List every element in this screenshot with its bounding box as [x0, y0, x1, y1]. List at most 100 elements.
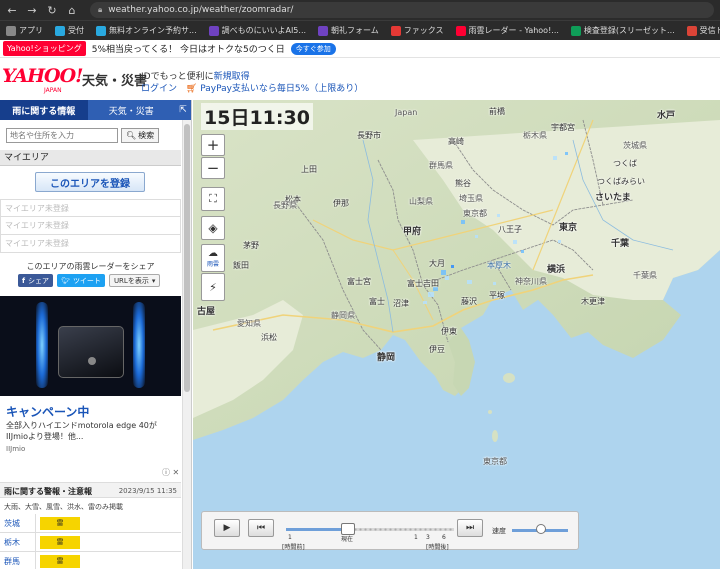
yahoo-logo[interactable]: YAHOO! JAPAN [2, 66, 83, 94]
login-link[interactable]: ログイン [141, 84, 177, 94]
lightning-icon[interactable]: ⚡︎ [201, 273, 225, 301]
bookmark-icon [570, 25, 581, 36]
twitter-share-button[interactable]: 🐦︎ ツイート [57, 274, 105, 287]
table-row: 群馬 雷 [0, 552, 181, 569]
map-place-label: 東京 [559, 223, 578, 233]
timeline-label-6: 6 [442, 534, 446, 541]
bookmark-icon [390, 25, 401, 36]
myarea-slot[interactable]: マイエリア未登録 [0, 199, 181, 217]
map-place-label: 高崎 [448, 137, 464, 146]
bookmark-label: 雨雲レーダー - Yahoo!... [468, 26, 559, 35]
search-input[interactable] [6, 128, 118, 143]
forward-icon[interactable]: → [24, 2, 40, 18]
map-place-label: 本厚木 [487, 261, 511, 270]
map-place-label: 伊那 [333, 199, 349, 208]
warnings-note: 大雨、大雪、風雪、洪水、雷のみ掲載 [4, 503, 123, 511]
bookmark-item[interactable]: 検査登録(スリーゼット... [570, 25, 675, 36]
map-place-label: 栃木県 [523, 131, 547, 140]
bookmark-item[interactable]: 無料オンライン予約サ... [96, 25, 197, 36]
map-place-label: 千葉 [611, 239, 630, 249]
tab-rain-info[interactable]: 雨に関する情報 [0, 100, 88, 120]
myarea-list: マイエリア未登録 マイエリア未登録 マイエリア未登録 [0, 199, 181, 253]
map-place-label: 前橋 [489, 107, 505, 116]
bookmark-icon [318, 25, 329, 36]
bookmark-item[interactable]: 調べものにいいよAI5... [208, 25, 306, 36]
rain-cloud-button[interactable]: ☁ 雨雲 [201, 244, 225, 272]
zoom-in-button[interactable]: + [201, 134, 225, 156]
map-place-label: 飯田 [233, 261, 249, 270]
promo-banner: Yahoo!ショッピング 5%相当戻ってくる！ 今日はオトクな5のつく日 今すぐ… [0, 40, 720, 58]
facebook-share-button[interactable]: f シェア [18, 274, 54, 287]
street-view-icon[interactable]: ⛶ [201, 187, 225, 211]
ad-title[interactable]: キャンペーン中 [6, 403, 89, 420]
register-area-button[interactable]: このエリアを登録 [35, 172, 145, 192]
prefecture-link[interactable]: 群馬 [0, 552, 36, 569]
reload-icon[interactable]: ↻ [44, 2, 60, 18]
layers-icon[interactable]: ◈ [201, 216, 225, 240]
map-place-label: 甲府 [403, 227, 422, 237]
warnings-date: 2023/9/15 11:35 [118, 487, 177, 495]
map-place-label: 富士 [369, 297, 385, 306]
myarea-slot[interactable]: マイエリア未登録 [0, 235, 181, 253]
myarea-slot[interactable]: マイエリア未登録 [0, 217, 181, 235]
rain-cloud-label: 雨雲 [206, 261, 219, 268]
back-icon[interactable]: ← [4, 2, 20, 18]
ad-image[interactable] [0, 296, 181, 396]
sidebar-scrollbar[interactable] [182, 120, 191, 569]
timeline-slider[interactable] [286, 523, 454, 535]
timeline-unit-past: [時間前] [282, 544, 305, 551]
shopping-tag[interactable]: Yahoo!ショッピング [3, 41, 86, 56]
show-url-button[interactable]: URLを表示 ▾ [108, 274, 161, 287]
map-place-label: 伊豆 [429, 345, 445, 354]
ad-description[interactable]: 全部入りハイエンドmotorola edge 40がIIJmioより登場！他..… [6, 420, 178, 442]
home-icon[interactable]: ⌂ [64, 2, 80, 18]
skip-forward-button[interactable]: ⏭ [457, 519, 483, 537]
timeline-label-1: 1 [288, 534, 292, 541]
tab-weather[interactable]: 天気・災害 [87, 100, 175, 120]
bookmark-label: 受付 [68, 26, 84, 35]
zoom-out-button[interactable]: − [201, 157, 225, 179]
bookmark-label: 朝礼フォーム [331, 26, 379, 35]
map-place-label: 東京都 [483, 457, 507, 466]
promo-text[interactable]: 5%相当戻ってくる！ 今日はオトクな5のつく日 [92, 42, 285, 55]
prefecture-link[interactable]: 栃木 [0, 533, 36, 551]
bookmark-label: 検査登録(スリーゼット... [583, 26, 675, 35]
ad-info-icon[interactable]: ⓘ ✕ [162, 467, 179, 478]
search-icon: 🔍︎ [126, 131, 137, 140]
paypay-link[interactable]: PayPay支払いなら毎日5%（上限あり） [200, 84, 363, 94]
promo-join-button[interactable]: 今すぐ参加 [290, 42, 336, 55]
ad-sponsor: IIJmio [6, 445, 26, 453]
search-button[interactable]: 🔍︎ 検索 [121, 128, 160, 143]
twitter-share-label: ツイート [72, 276, 101, 285]
ad-light-right [133, 302, 145, 388]
map-place-label: 大月 [429, 259, 445, 268]
map-place-label: 神奈川県 [515, 277, 547, 286]
bookmark-item[interactable]: ファックス [390, 25, 444, 36]
map-place-label: 富士吉田 [407, 279, 439, 288]
paypay-icon: 🛒︎ [185, 84, 198, 94]
play-button[interactable]: ▶ [214, 519, 240, 537]
map-place-label: 群馬県 [429, 161, 453, 170]
bookmark-item[interactable]: 受付 [55, 25, 84, 36]
radar-time: 15日11:30 [201, 103, 313, 130]
prefecture-link[interactable]: 茨城 [0, 514, 36, 532]
radar-map[interactable]: 長野市 前橋 宇都宮 水戸 高崎 群馬県 栃木県 茨城県 つくば つくばみらい 熊谷 さいたま 埼玉県 上… [193, 100, 720, 569]
address-bar[interactable]: 🔒︎ weather.yahoo.co.jp/weather/zoomradar… [90, 2, 714, 18]
map-place-label: 茅野 [243, 241, 259, 250]
bookmark-item[interactable]: 朝礼フォーム [318, 25, 379, 36]
skip-back-button[interactable]: ⏮ [248, 519, 274, 537]
service-title[interactable]: 天気・災害 [82, 70, 147, 89]
share-title: このエリアの雨雲レーダーをシェア [26, 262, 155, 271]
table-row: 栃木 雷 [0, 533, 181, 552]
speed-thumb[interactable] [536, 524, 546, 534]
map-place-label: 古屋 [197, 307, 216, 317]
bookmark-item[interactable]: アプリ [6, 25, 43, 36]
bookmark-item[interactable]: 雨雲レーダー - Yahoo!... [455, 25, 559, 36]
sidebar: 雨に関する情報 天気・災害 ⇱ 🔍︎ 検索 マイエリア このエリアを登録 マイエ… [0, 100, 192, 569]
warnings-header: 雨に関する警報・注意報 2023/9/15 11:35 [0, 482, 181, 498]
collapse-icon[interactable]: ⇱ [175, 100, 191, 120]
chevron-down-icon: ▾ [151, 276, 156, 285]
bookmark-item[interactable]: 受信トレイ [686, 25, 720, 36]
scroll-thumb[interactable] [184, 124, 190, 392]
ad-phone-graphic [58, 326, 124, 378]
